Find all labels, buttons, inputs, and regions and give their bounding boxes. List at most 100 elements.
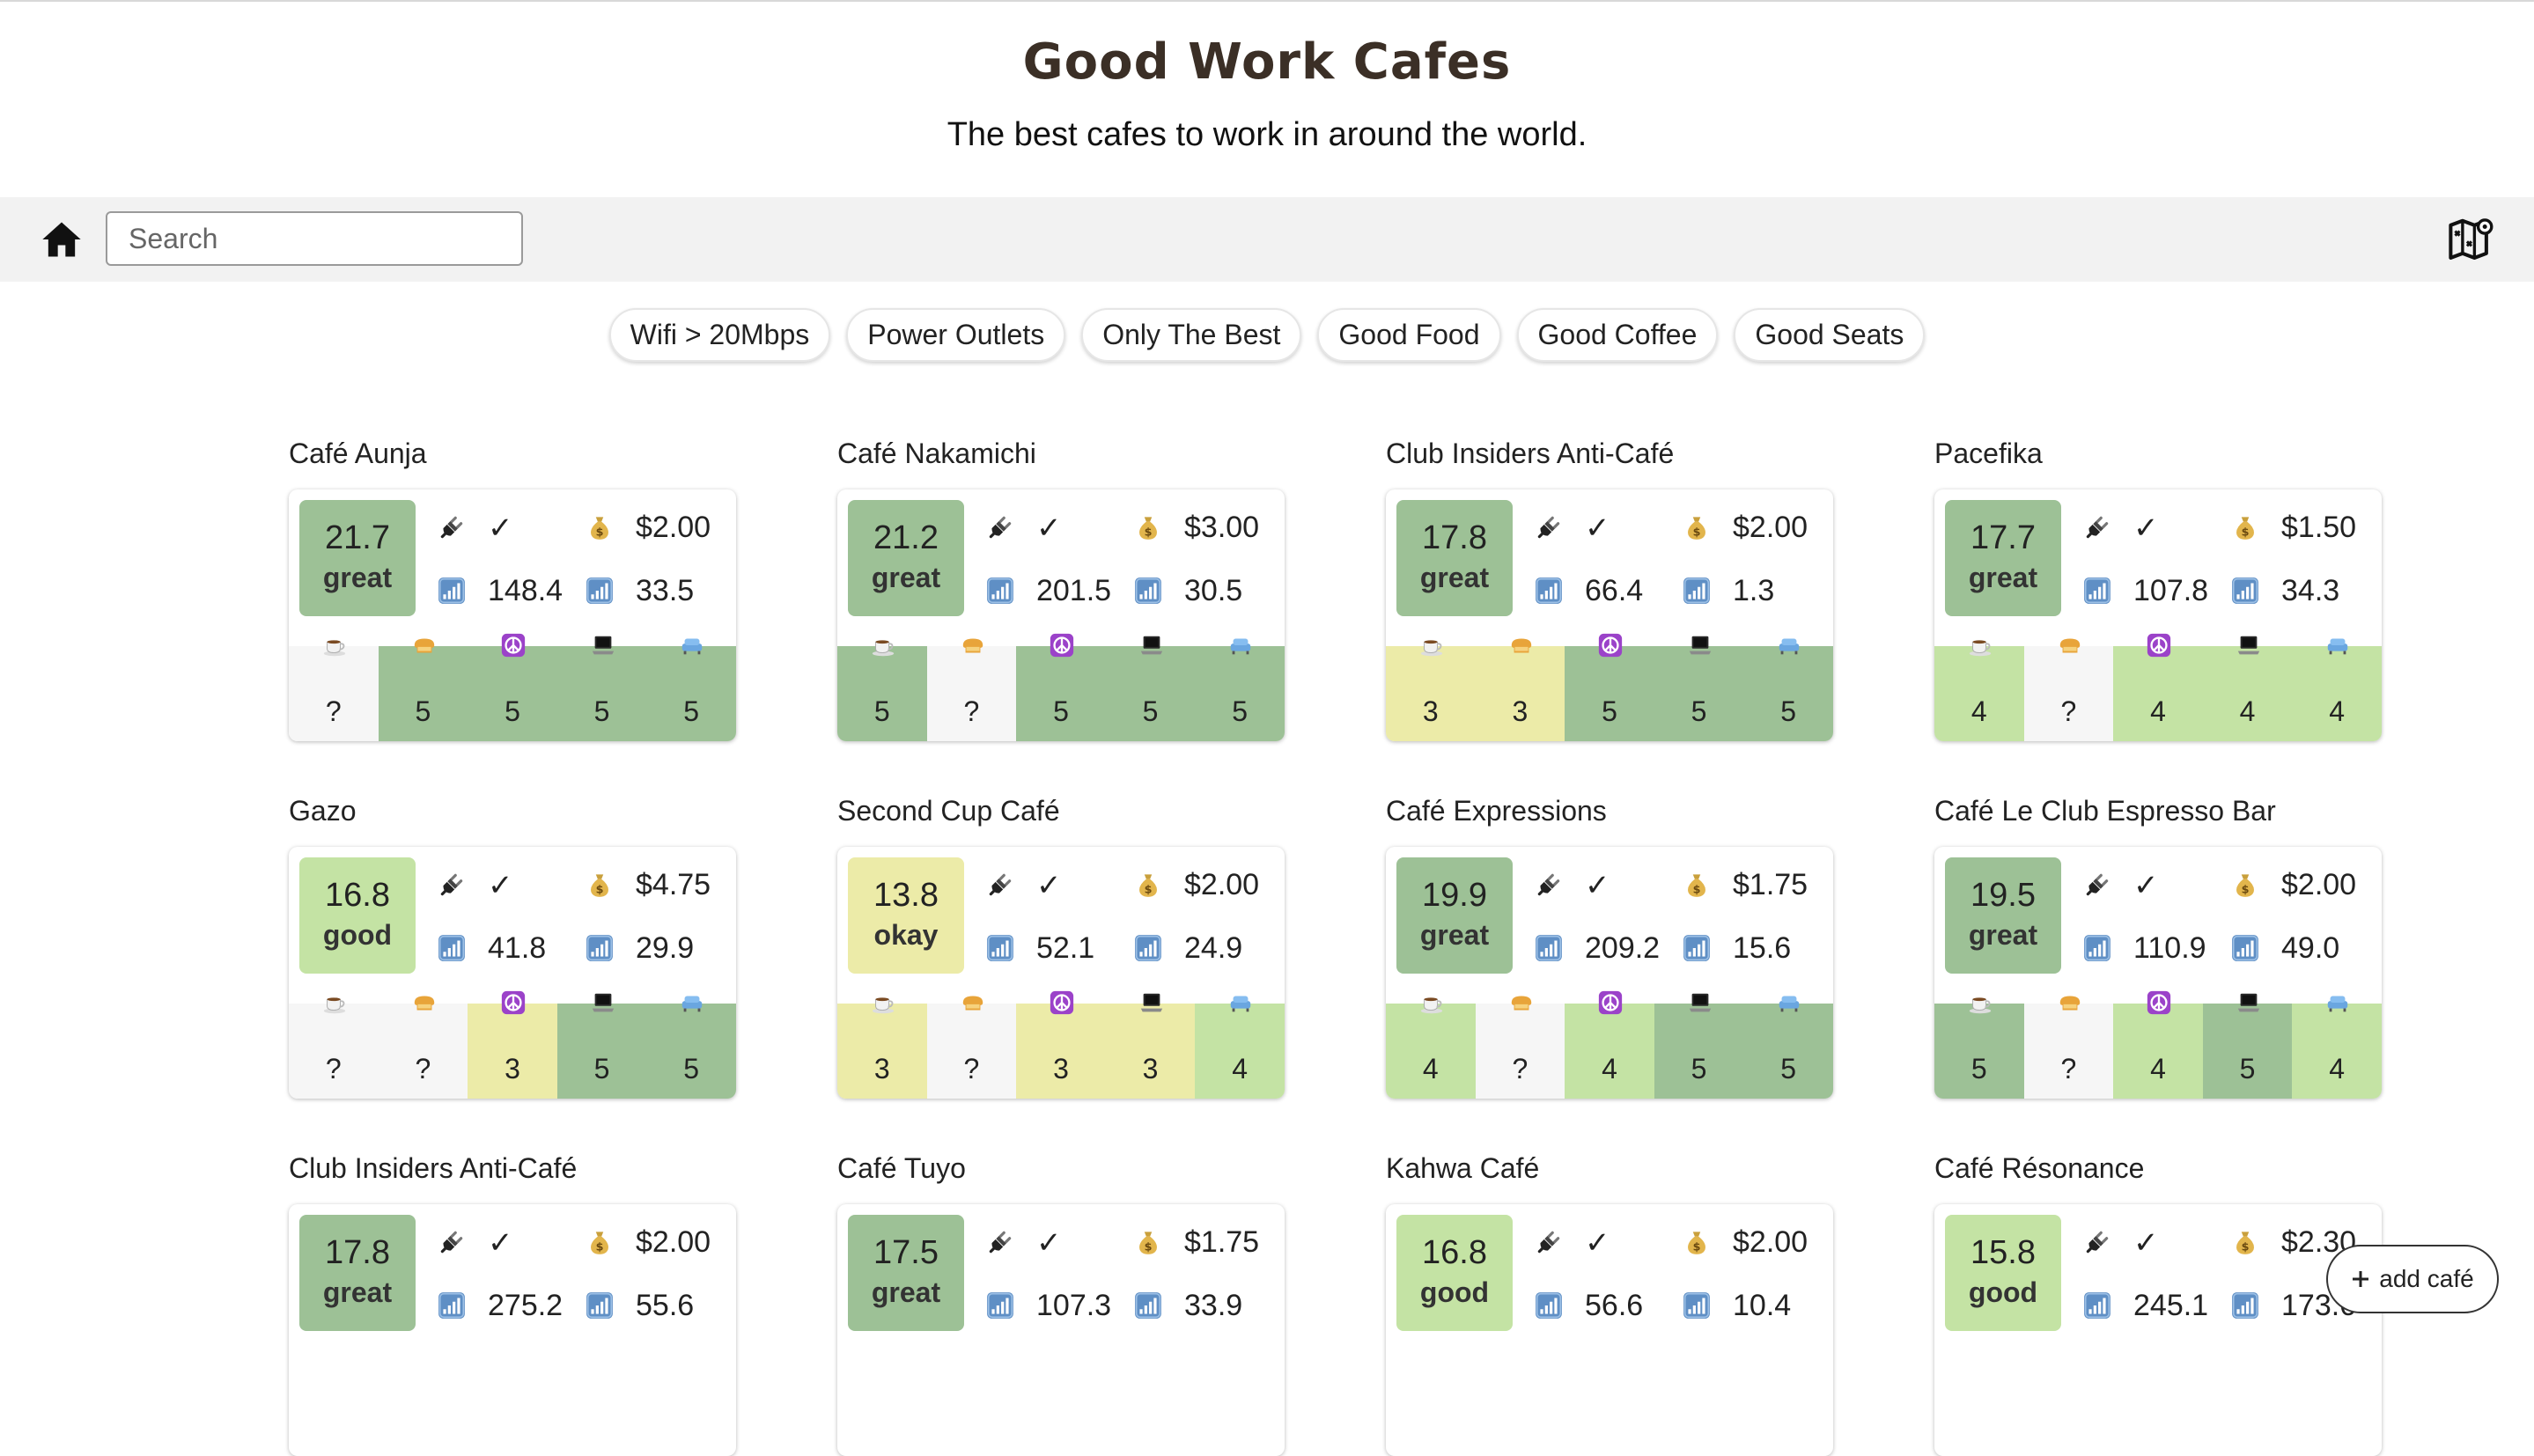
score-badge: 17.5 great: [848, 1215, 964, 1331]
rating-cell: 5: [2202, 993, 2293, 1099]
cafe-name: Second Cup Café: [837, 795, 1060, 827]
power-plug-icon: [1537, 873, 1560, 896]
score-value: 15.8: [1970, 1234, 2036, 1271]
rating-cell: 5: [1743, 638, 1833, 741]
cafe-name: Café Le Club Espresso Bar: [1934, 795, 2276, 827]
laptop-icon: [1689, 636, 1711, 655]
rating-cell: 4: [2113, 990, 2203, 1099]
rating-cell: 4: [2113, 633, 2203, 741]
cafe-card[interactable]: Club Insiders Anti-Café 17.8 great ✓ $ $2.00 2…: [289, 1150, 738, 1456]
filter-chip[interactable]: Good Food: [1317, 308, 1501, 362]
ratings-row: 3? 3 3 4: [837, 990, 1285, 1099]
svg-text:$: $: [596, 526, 604, 540]
price-value: $2.00: [2281, 868, 2357, 901]
outlets-value: ✓: [1036, 1226, 1062, 1260]
svg-text:$: $: [2242, 526, 2250, 540]
cafe-name: Café Aunja: [289, 438, 427, 469]
upload-speed: 55.6: [636, 1289, 695, 1322]
score-rating: great: [871, 562, 941, 593]
score-value: 17.8: [1422, 519, 1487, 556]
cafe-card[interactable]: Café Nakamichi 21.2 great ✓ $ $3.00 201.5 30.5 5…: [837, 435, 1286, 741]
cafe-card[interactable]: Café Le Club Espresso Bar 19.5 great ✓ $ $2.0…: [1934, 792, 2383, 1099]
add-cafe-button[interactable]: add café: [2326, 1245, 2499, 1313]
rating-cell: 5: [1654, 993, 1744, 1099]
rating-value: 3: [1053, 1053, 1069, 1085]
wifi-upload-icon: [586, 1292, 613, 1319]
svg-text:$: $: [2242, 1241, 2250, 1254]
power-plug-icon: [989, 516, 1012, 539]
filter-chip[interactable]: Only The Best: [1081, 308, 1302, 362]
bread-icon: [414, 996, 434, 1011]
rating-cell: 5: [1195, 638, 1285, 741]
site-title: Good Work Cafes: [1022, 33, 1512, 91]
cafe-stats-card: 21.7 great ✓ $ $2.00 148.4 33.5? 5 5 5 5: [289, 489, 736, 741]
cafe-card[interactable]: Café Expressions 19.9 great ✓ $ $1.75 209.2 15.…: [1386, 792, 1835, 1099]
score-rating: good: [322, 919, 393, 951]
svg-text:$: $: [1145, 526, 1153, 540]
rating-cell: 4: [2292, 638, 2382, 741]
filter-bar: Wifi > 20Mbps Power Outlets Only The Best G…: [0, 308, 2534, 362]
rating-cell: 5: [1565, 633, 1654, 741]
top-border: [0, 0, 2534, 2]
wifi-upload-icon: [586, 577, 613, 604]
filter-chip[interactable]: Wifi > 20Mbps: [608, 308, 831, 362]
cafe-card[interactable]: Gazo 16.8 good ✓ $ $4.75 41.8 29.9?? 3 5 5: [289, 792, 738, 1099]
coffee-icon: [323, 640, 346, 657]
laptop-icon: [2237, 636, 2259, 655]
cafe-stats-card: 17.8 great ✓ $ $2.00 66.4 1.3 3 3 5 5 5: [1386, 489, 1833, 741]
upload-speed: 10.4: [1733, 1289, 1792, 1322]
laptop-icon: [1689, 993, 1711, 1012]
rating-value: ?: [2060, 695, 2077, 727]
bread-icon: [1511, 996, 1531, 1011]
cafe-card[interactable]: Second Cup Café 13.8 okay ✓ $ $2.00 52.1 24.9 3?…: [837, 792, 1286, 1099]
rating-value: ?: [963, 1053, 980, 1085]
price-value: $2.00: [636, 511, 711, 544]
cafe-card[interactable]: Café Tuyo 17.5 great ✓ $ $1.75 107.3 33.9: [837, 1150, 1286, 1456]
cafe-card[interactable]: Kahwa Café 16.8 good ✓ $ $2.00 56.6 10.4: [1386, 1150, 1835, 1456]
wifi-upload-icon: [1683, 1292, 1710, 1319]
filter-chip[interactable]: Good Coffee: [1516, 308, 1719, 362]
home-icon[interactable]: [39, 217, 85, 262]
svg-text:$: $: [1693, 1241, 1701, 1254]
score-rating: great: [322, 562, 393, 593]
score-value: 17.8: [325, 1234, 390, 1271]
wifi-download-icon: [438, 1292, 465, 1319]
svg-text:$: $: [1693, 526, 1701, 540]
power-plug-icon: [2086, 1231, 2109, 1254]
money-bag-icon: $: [591, 517, 608, 540]
map-icon[interactable]: [2448, 215, 2495, 262]
cafe-stats-card: 21.2 great ✓ $ $3.00 201.5 30.5 5? 5 5 5: [837, 489, 1285, 741]
rating-value: ?: [415, 1053, 431, 1085]
rating-cell: 5: [1105, 636, 1196, 741]
filter-chip[interactable]: Power Outlets: [846, 308, 1066, 362]
power-plug-icon: [1537, 1231, 1560, 1254]
rating-cell: 5: [468, 633, 557, 741]
rating-value: 4: [2150, 1053, 2166, 1085]
peace-icon: [2147, 990, 2171, 1015]
rating-value: 4: [1602, 1053, 1617, 1085]
rating-cell: 3: [1475, 638, 1565, 741]
wifi-upload-icon: [1683, 577, 1710, 604]
coffee-icon: [872, 640, 895, 657]
score-badge: 16.8 good: [1396, 1215, 1513, 1331]
rating-cell: ?: [289, 640, 379, 741]
rating-value: 5: [1970, 1053, 1987, 1085]
search-input[interactable]: [106, 211, 523, 266]
score-value: 13.8: [873, 877, 939, 914]
svg-text:$: $: [596, 884, 604, 897]
download-speed: 201.5: [1036, 574, 1112, 607]
svg-text:$: $: [596, 1241, 604, 1254]
power-plug-icon: [440, 873, 463, 896]
cafe-card[interactable]: Café Résonance 15.8 good ✓ $ $2.30 245.1 173.6: [1934, 1150, 2383, 1456]
cafe-card[interactable]: Café Aunja 21.7 great ✓ $ $2.00 148.4 33.5? 5 5 5 5: [289, 435, 738, 741]
cafe-card[interactable]: Club Insiders Anti-Café 17.8 great ✓ $ $2.00 6…: [1386, 435, 1835, 741]
filter-chip[interactable]: Good Seats: [1734, 308, 1926, 362]
cafe-name: Pacefika: [1934, 438, 2043, 469]
cafe-card[interactable]: Pacefika 17.7 great ✓ $ $1.50 107.8 34.3 4? 4 4 4: [1934, 435, 2383, 741]
upload-speed: 33.5: [636, 574, 695, 607]
wifi-download-icon: [987, 577, 1013, 604]
rating-value: 5: [683, 1053, 700, 1085]
bread-icon: [414, 638, 434, 653]
wifi-download-icon: [987, 1292, 1013, 1319]
wifi-upload-icon: [2232, 577, 2258, 604]
